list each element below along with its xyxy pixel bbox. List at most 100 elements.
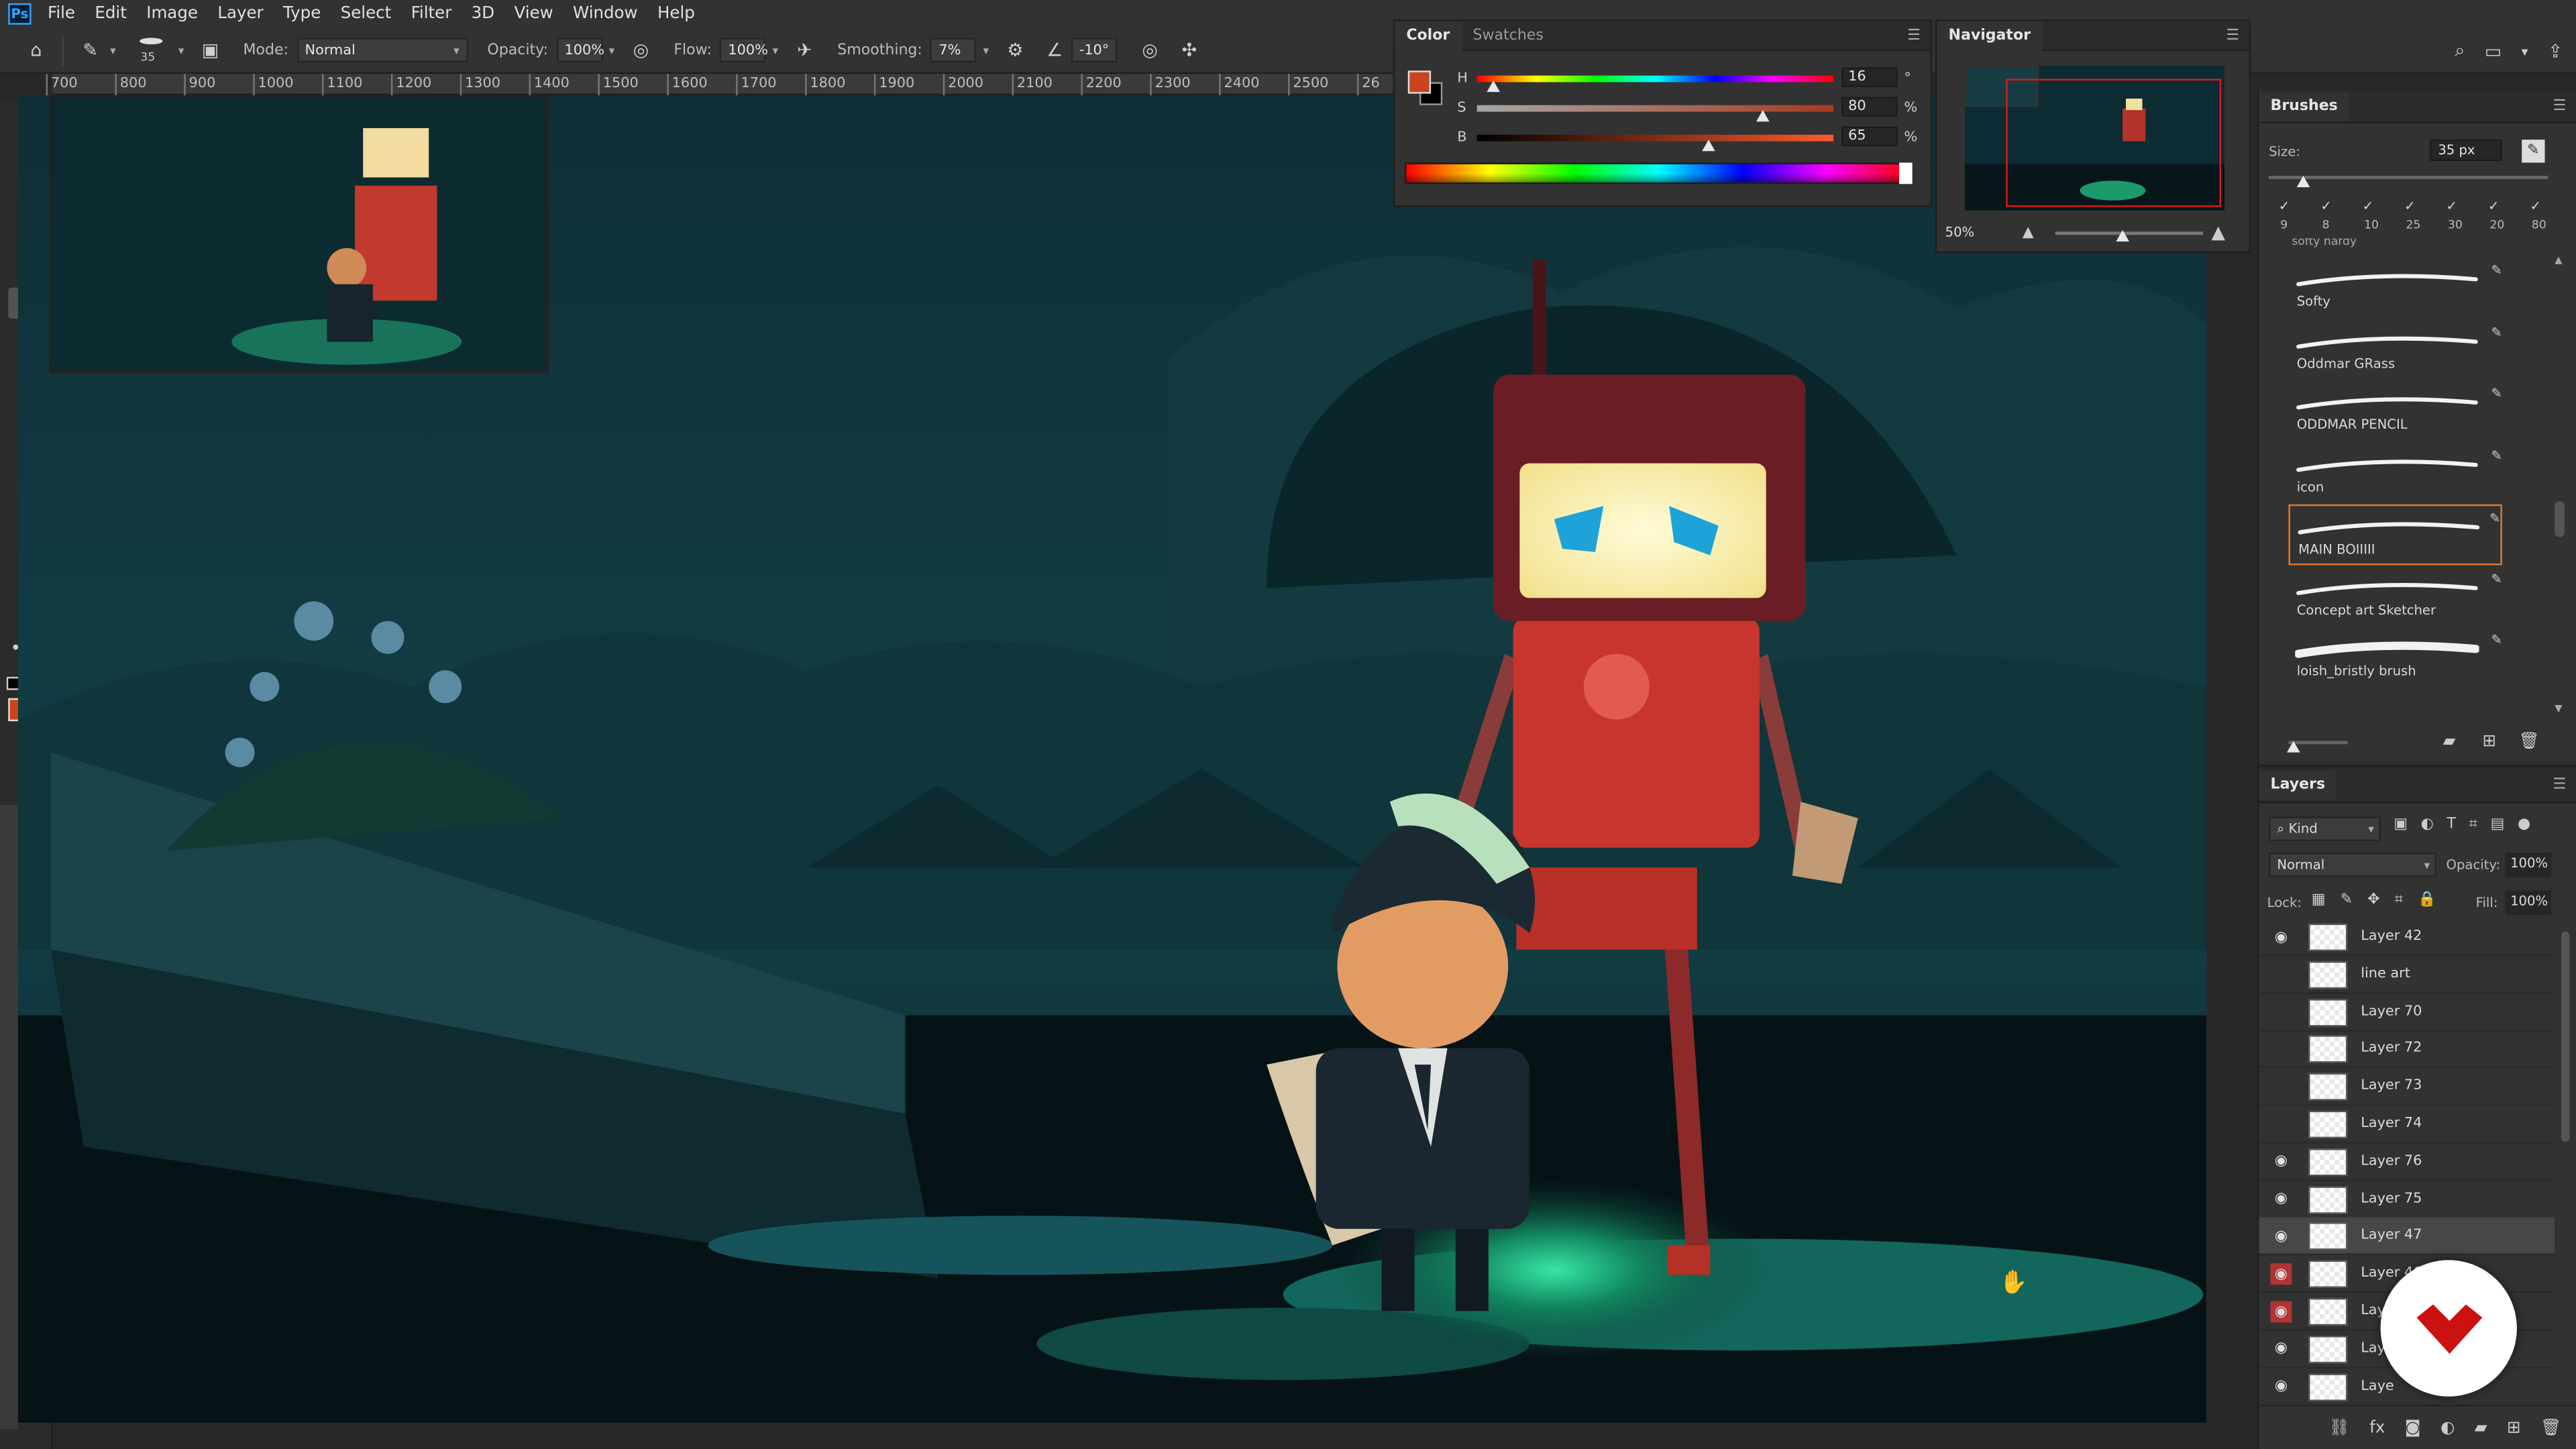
- flow-input[interactable]: 100%: [720, 38, 768, 63]
- link-layers-icon[interactable]: ⛓: [2329, 1419, 2350, 1438]
- eye-icon[interactable]: ◉: [2271, 1226, 2292, 1248]
- zoom-out-icon[interactable]: ▲: [2023, 225, 2034, 241]
- opacity-input[interactable]: 100%: [556, 38, 604, 63]
- menu-view[interactable]: View: [504, 5, 564, 23]
- layer-row[interactable]: Layer 74: [2259, 1106, 2555, 1144]
- brush-preview-size-thumb[interactable]: [2287, 741, 2300, 753]
- brush-item[interactable]: Oddmar GRass ✎: [2288, 319, 2502, 380]
- lock-position-icon[interactable]: ✥: [2367, 892, 2379, 908]
- layer-row[interactable]: Layer 70: [2259, 994, 2555, 1031]
- brush-preset[interactable]: ✓ 10: [2356, 195, 2392, 238]
- tab-brushes[interactable]: Brushes: [2259, 91, 2349, 121]
- menu-window[interactable]: Window: [563, 5, 647, 23]
- menu-file[interactable]: File: [38, 5, 85, 23]
- document-canvas[interactable]: ✋: [17, 95, 2207, 1423]
- brush-preset[interactable]: ✓ 80: [2524, 195, 2560, 238]
- eye-hidden-icon[interactable]: [2271, 1039, 2292, 1061]
- delete-layer-icon[interactable]: 🗑: [2540, 1419, 2561, 1438]
- lock-all-icon[interactable]: 🔒: [2418, 892, 2436, 908]
- panel-menu-icon[interactable]: ☰: [1907, 27, 1921, 43]
- lock-transparency-icon[interactable]: ▦: [2312, 892, 2326, 908]
- saturation-value[interactable]: 80: [1841, 97, 1898, 117]
- layer-row[interactable]: Layer 73: [2259, 1068, 2555, 1106]
- brush-preset[interactable]: ✓ 20: [2481, 195, 2518, 238]
- hue-track[interactable]: [1477, 75, 1834, 83]
- brush-size-track[interactable]: [2269, 176, 2548, 179]
- eye-icon[interactable]: ◉: [2270, 1301, 2292, 1323]
- navigator-zoom-thumb[interactable]: [2115, 229, 2129, 242]
- menu-image[interactable]: Image: [137, 5, 208, 23]
- white-swatch[interactable]: [1899, 162, 1913, 184]
- group-folder-icon[interactable]: ▰: [2475, 1419, 2487, 1438]
- tab-layers[interactable]: Layers: [2259, 769, 2337, 800]
- eye-hidden-icon[interactable]: [2271, 1002, 2292, 1023]
- eye-icon[interactable]: ◉: [2271, 1338, 2292, 1360]
- chevron-down-icon[interactable]: ▾: [2522, 44, 2528, 58]
- layer-row[interactable]: ◉ Layer 75: [2259, 1181, 2555, 1219]
- new-brush-icon[interactable]: ✎: [2522, 140, 2545, 163]
- eye-hidden-icon[interactable]: [2271, 964, 2292, 985]
- saturation-slider[interactable]: S 80 %: [1457, 97, 1925, 122]
- tab-color[interactable]: Color: [1395, 20, 1462, 50]
- pressure-size-icon[interactable]: ◎: [1137, 37, 1163, 63]
- brush-tool-preset-icon[interactable]: ✎: [77, 37, 103, 63]
- brush-item[interactable]: ODDMAR PENCIL ✎: [2288, 381, 2502, 442]
- panel-menu-icon[interactable]: ☰: [2226, 27, 2239, 43]
- eye-icon[interactable]: ◉: [2271, 1376, 2292, 1397]
- layer-row[interactable]: ◉ Layer 76: [2259, 1143, 2555, 1181]
- filter-toggle-icon[interactable]: ●: [2518, 816, 2530, 833]
- brightness-slider[interactable]: B 65 %: [1457, 126, 1925, 152]
- layer-row[interactable]: ◉ Layer 47: [2259, 1218, 2555, 1256]
- brush-preset[interactable]: ✓ 30: [2440, 195, 2476, 238]
- fx-icon[interactable]: fx: [2369, 1419, 2385, 1438]
- pressure-opacity-icon[interactable]: ◎: [628, 37, 654, 63]
- brightness-value[interactable]: 65: [1841, 126, 1898, 146]
- new-layer-icon[interactable]: ⊞: [2507, 1419, 2521, 1438]
- brush-item[interactable]: Concept art Sketcher ✎: [2288, 566, 2502, 627]
- foreground-color-swatch[interactable]: [1407, 70, 1432, 94]
- eye-hidden-icon[interactable]: [2271, 1077, 2292, 1098]
- search-icon[interactable]: ⌕: [2455, 40, 2465, 62]
- brush-preset[interactable]: ✓ 9: [2272, 195, 2308, 238]
- type-filter-icon[interactable]: T: [2447, 816, 2455, 833]
- menu-layer[interactable]: Layer: [208, 5, 274, 23]
- menu-select[interactable]: Select: [331, 5, 401, 23]
- layer-row[interactable]: ◉ Layer 42: [2259, 918, 2555, 957]
- brightness-slider-thumb[interactable]: [1702, 140, 1715, 152]
- adjustment-layer-icon[interactable]: ◐: [2440, 1419, 2455, 1438]
- brush-list-scrollbar[interactable]: [2555, 500, 2565, 537]
- lock-pixels-icon[interactable]: ✎: [2341, 892, 2353, 908]
- workspace-icon[interactable]: ▭: [2485, 40, 2502, 62]
- hue-value[interactable]: 16: [1841, 67, 1898, 87]
- blend-mode-select[interactable]: Normal ▾: [2269, 853, 2436, 877]
- smoothing-input[interactable]: 7%: [930, 38, 977, 63]
- angle-input[interactable]: -10°: [1071, 38, 1118, 63]
- menu-type[interactable]: Type: [273, 5, 331, 23]
- pixel-filter-icon[interactable]: ▣: [2394, 816, 2408, 833]
- chevron-down-icon[interactable]: ▾: [983, 44, 989, 57]
- home-icon[interactable]: ⌂: [23, 37, 49, 63]
- menu-filter[interactable]: Filter: [401, 5, 462, 23]
- brightness-track[interactable]: [1477, 134, 1834, 142]
- layer-opacity-input[interactable]: 100%: [2505, 853, 2552, 877]
- share-icon[interactable]: ⇪: [2548, 40, 2563, 62]
- add-brush-icon[interactable]: ⊞: [2482, 733, 2496, 751]
- folder-icon[interactable]: ▰: [2443, 733, 2456, 751]
- brush-item[interactable]: Softy ✎: [2288, 258, 2502, 319]
- layer-row[interactable]: Layer 72: [2259, 1030, 2555, 1069]
- eye-hidden-icon[interactable]: [2271, 1114, 2292, 1135]
- eye-icon[interactable]: ◉: [2270, 1263, 2292, 1285]
- brush-picker[interactable]: 35: [129, 29, 172, 72]
- navigator-view-box[interactable]: [2006, 78, 2222, 207]
- chevron-down-icon[interactable]: ▾: [609, 44, 615, 57]
- add-mask-icon[interactable]: ◙: [2405, 1419, 2421, 1438]
- saturation-slider-thumb[interactable]: [1755, 110, 1769, 122]
- symmetry-icon[interactable]: ✣: [1176, 37, 1202, 63]
- smart-object-filter-icon[interactable]: ▤: [2491, 816, 2505, 833]
- hue-slider-thumb[interactable]: [1486, 80, 1499, 93]
- hue-slider[interactable]: H 16 °: [1457, 67, 1925, 93]
- brush-item[interactable]: loish_bristly brush ✎: [2288, 628, 2502, 689]
- lock-artboard-icon[interactable]: ⌗: [2395, 892, 2403, 908]
- gear-icon[interactable]: ⚙: [1002, 37, 1028, 63]
- menu-3d[interactable]: 3D: [462, 5, 504, 23]
